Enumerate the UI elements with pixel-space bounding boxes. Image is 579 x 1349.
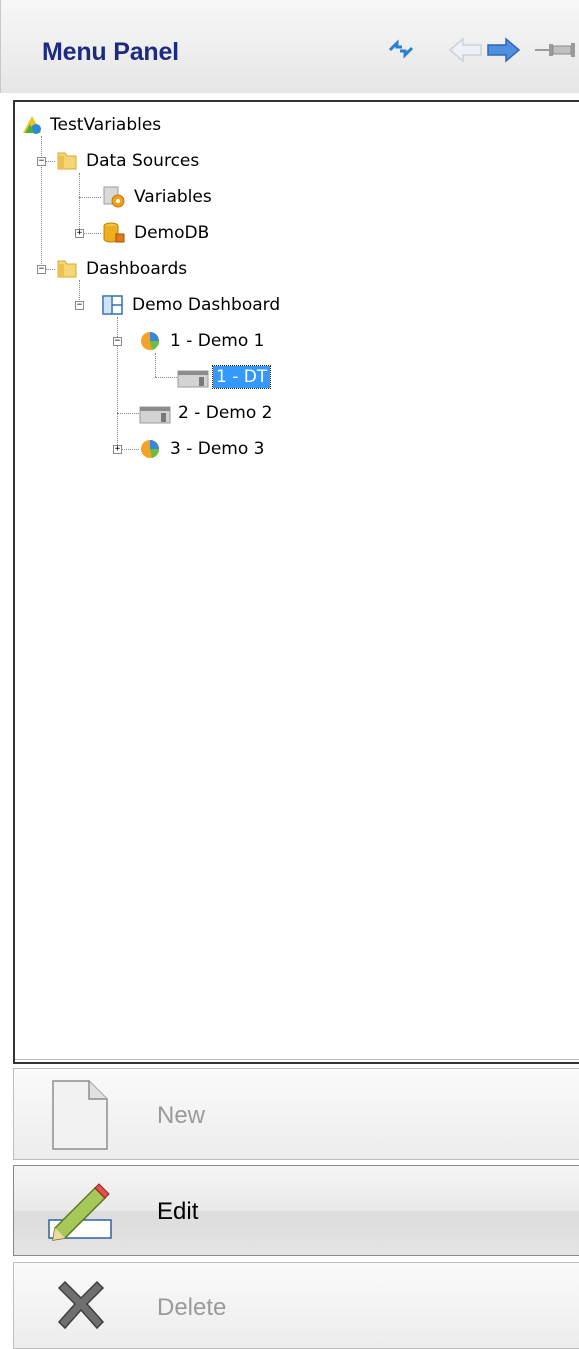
data-table-icon bbox=[139, 406, 171, 424]
tree-label-demo2: 2 - Demo 2 bbox=[178, 403, 273, 423]
tree-view[interactable]: − + − − − + TestVariables Data Sources V… bbox=[13, 100, 579, 1064]
data-table-icon bbox=[177, 370, 209, 388]
collapse-toggle[interactable]: − bbox=[75, 301, 84, 310]
edit-button[interactable]: Edit bbox=[13, 1165, 579, 1256]
tree-node-root[interactable]: TestVariables bbox=[21, 112, 164, 138]
tree-node-demo-dashboard[interactable]: Demo Dashboard bbox=[101, 292, 283, 318]
delete-button-label: Delete bbox=[157, 1294, 227, 1321]
tree-label-variables: Variables bbox=[134, 187, 212, 207]
tree-node-demo1[interactable]: 1 - Demo 1 bbox=[139, 328, 268, 354]
tree-line bbox=[117, 413, 139, 414]
folder-icon bbox=[57, 260, 77, 278]
tree-node-dashboards[interactable]: Dashboards bbox=[55, 256, 190, 282]
tree-node-data-sources[interactable]: Data Sources bbox=[55, 148, 202, 174]
variables-gear-icon bbox=[103, 186, 125, 208]
collapse-toggle[interactable]: − bbox=[113, 337, 122, 346]
tree-line bbox=[155, 377, 177, 378]
tree-node-demo2[interactable]: 2 - Demo 2 bbox=[139, 400, 276, 426]
panel-title: Menu Panel bbox=[42, 38, 179, 66]
tree-label-data-sources: Data Sources bbox=[86, 151, 200, 171]
tree-node-demo3[interactable]: 3 - Demo 3 bbox=[139, 436, 268, 462]
pin-icon[interactable] bbox=[535, 40, 579, 60]
edit-pencil-icon bbox=[48, 1183, 112, 1241]
expand-toggle[interactable]: + bbox=[113, 445, 122, 454]
dashboard-layout-icon bbox=[102, 295, 123, 315]
tree-label-root: TestVariables bbox=[50, 115, 162, 135]
pie-chart-icon bbox=[141, 440, 160, 458]
collapse-toggle[interactable]: − bbox=[37, 265, 46, 274]
tree-node-dt[interactable]: 1 - DT bbox=[177, 364, 272, 390]
tree-label-demo-dashboard: Demo Dashboard bbox=[132, 295, 281, 315]
sync-icon[interactable] bbox=[387, 38, 415, 60]
tree-line bbox=[155, 353, 156, 377]
new-document-icon bbox=[52, 1080, 108, 1150]
delete-x-icon bbox=[57, 1280, 105, 1330]
tree-label-dt: 1 - DT bbox=[211, 365, 272, 389]
tree-label-dashboards: Dashboards bbox=[86, 259, 188, 279]
new-button-label: New bbox=[157, 1102, 206, 1129]
folder-icon bbox=[57, 152, 77, 170]
tree-node-variables[interactable]: Variables bbox=[101, 184, 215, 210]
tree-label-demo1: 1 - Demo 1 bbox=[170, 331, 265, 351]
database-icon bbox=[103, 222, 125, 243]
collapse-toggle[interactable]: − bbox=[37, 157, 46, 166]
tree-label-demo3: 3 - Demo 3 bbox=[170, 439, 265, 459]
tree-line bbox=[79, 197, 101, 198]
delete-button[interactable]: Delete bbox=[13, 1262, 579, 1349]
expand-toggle[interactable]: + bbox=[75, 229, 84, 238]
tree-line bbox=[79, 173, 80, 233]
back-arrow-icon[interactable] bbox=[448, 36, 484, 64]
project-icon bbox=[23, 116, 41, 134]
tree-label-demodb: DemoDB bbox=[134, 223, 210, 243]
new-button[interactable]: New bbox=[13, 1068, 579, 1160]
edit-button-label: Edit bbox=[157, 1198, 199, 1225]
pie-chart-icon bbox=[141, 332, 160, 350]
forward-arrow-icon[interactable] bbox=[485, 36, 521, 64]
tree-node-demodb[interactable]: DemoDB bbox=[101, 220, 212, 246]
menu-panel-header: Menu Panel bbox=[0, 0, 579, 93]
